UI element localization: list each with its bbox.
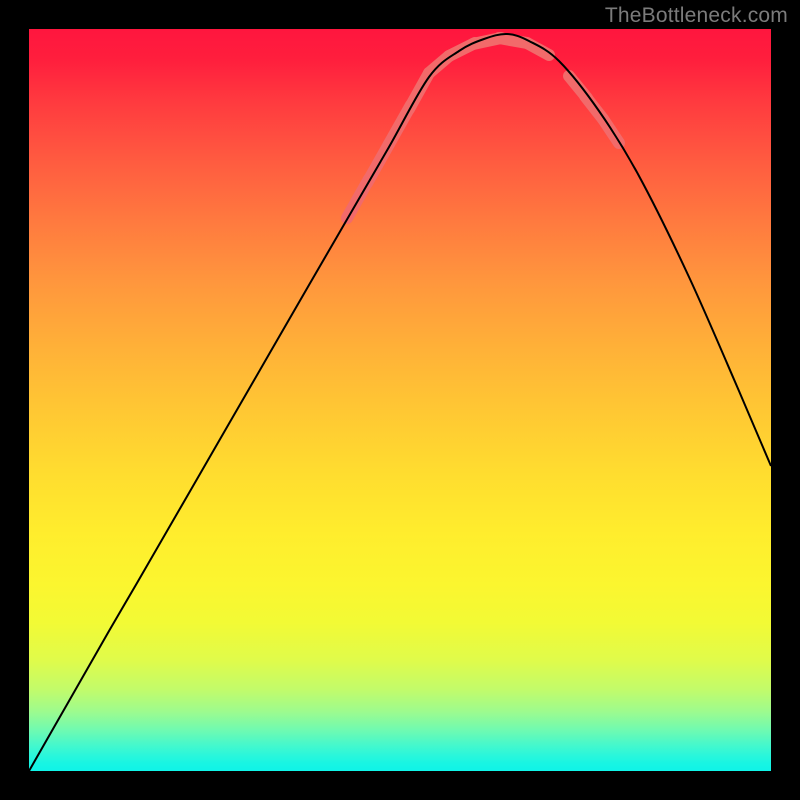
highlight-segments [347, 38, 619, 218]
chart-frame: TheBottleneck.com [0, 0, 800, 800]
curve-layer [29, 29, 771, 771]
highlight-segment [367, 144, 389, 183]
bottleneck-curve [29, 34, 771, 771]
plot-area [29, 29, 771, 771]
watermark-text: TheBottleneck.com [605, 4, 788, 28]
